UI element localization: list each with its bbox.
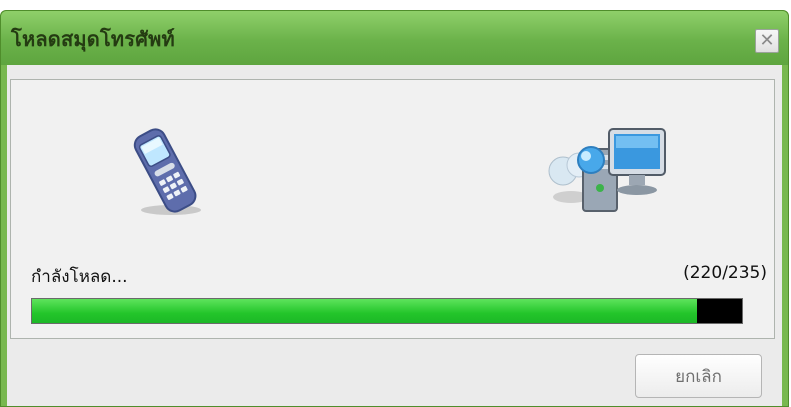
dialog-content: กำลังโหลด... (220/235) ยกเลิก (7, 65, 782, 406)
progress-panel: กำลังโหลด... (220/235) (10, 79, 775, 339)
dialog-title: โหลดสมุดโทรศัพท์ (11, 27, 175, 51)
load-phonebook-dialog: โหลดสมุดโทรศัพท์ ✕ กำลังโหลด... (220/235… (0, 10, 789, 407)
progress-count: (220/235) (683, 263, 767, 283)
close-icon: ✕ (759, 30, 775, 51)
close-button[interactable]: ✕ (755, 29, 779, 53)
mobile-phone-icon (133, 128, 201, 215)
title-bar[interactable]: โหลดสมุดโทรศัพท์ ✕ (1, 11, 788, 65)
progress-fill (32, 299, 697, 323)
computer-icon (548, 128, 666, 212)
progress-bar (31, 298, 743, 324)
cancel-button[interactable]: ยกเลิก (635, 354, 762, 398)
status-label: กำลังโหลด... (31, 267, 128, 287)
